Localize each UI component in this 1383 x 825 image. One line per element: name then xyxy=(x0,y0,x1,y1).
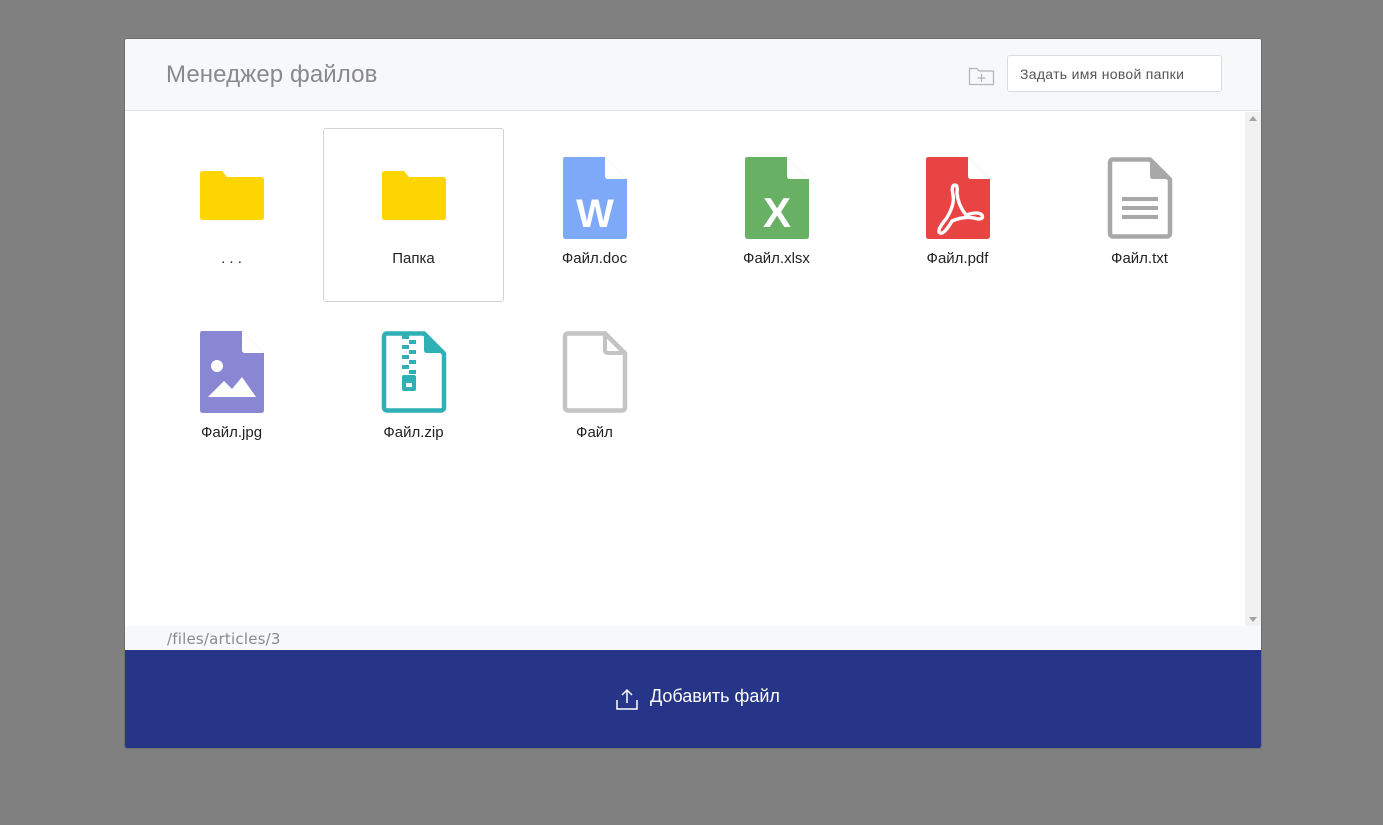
file-label: Файл.xlsx xyxy=(743,250,810,267)
add-file-button[interactable]: Добавить файл xyxy=(125,650,1261,748)
blank-file-icon xyxy=(561,331,629,415)
file-grid: . . . Папка W Файл.doc X Файл.xlsx Файл.… xyxy=(125,112,1245,626)
pdf-file-icon xyxy=(924,157,992,241)
file-manager-modal: Менеджер файлов . . . xyxy=(124,38,1262,749)
scroll-up-arrow-icon[interactable] xyxy=(1249,116,1257,121)
file-tile-txt[interactable]: Файл.txt xyxy=(1049,128,1230,302)
file-label: Папка xyxy=(392,250,435,267)
svg-text:X: X xyxy=(763,189,791,236)
new-folder-name-input[interactable] xyxy=(1007,55,1222,92)
file-label: Файл xyxy=(576,424,613,441)
svg-text:W: W xyxy=(576,192,614,236)
file-tile-zip[interactable]: Файл.zip xyxy=(323,302,504,476)
upload-icon xyxy=(615,687,639,711)
file-label: . . . xyxy=(221,250,242,267)
zip-file-icon xyxy=(380,331,448,415)
folder-plus-icon[interactable] xyxy=(968,63,996,87)
excel-file-icon: X xyxy=(743,157,811,241)
file-tile-folder[interactable]: Папка xyxy=(323,128,504,302)
add-file-label: Добавить файл xyxy=(650,686,780,706)
file-label: Файл.jpg xyxy=(200,424,263,441)
file-tile-parent-folder[interactable]: . . . xyxy=(141,128,322,302)
file-label: Файл.pdf xyxy=(926,250,989,267)
file-tile-pdf[interactable]: Файл.pdf xyxy=(867,128,1048,302)
file-label: Файл.doc xyxy=(561,250,628,267)
folder-icon xyxy=(380,157,448,241)
vertical-scrollbar[interactable] xyxy=(1245,112,1261,626)
folder-icon xyxy=(198,157,266,241)
path-bar: /files/articles/3 xyxy=(125,626,1261,649)
current-path: /files/articles/3 xyxy=(167,630,281,648)
file-label: Файл.txt xyxy=(1111,250,1168,267)
file-tile-jpg[interactable]: Файл.jpg xyxy=(141,302,322,476)
file-label: Файл.zip xyxy=(383,424,444,441)
page-title: Менеджер файлов xyxy=(166,61,378,88)
text-file-icon xyxy=(1106,157,1174,241)
word-file-icon: W xyxy=(561,157,629,241)
file-tile-doc[interactable]: W Файл.doc xyxy=(504,128,685,302)
image-file-icon xyxy=(198,331,266,415)
file-tile-xlsx[interactable]: X Файл.xlsx xyxy=(686,128,867,302)
file-tile-blank[interactable]: Файл xyxy=(504,302,685,476)
scroll-down-arrow-icon[interactable] xyxy=(1249,617,1257,622)
modal-header: Менеджер файлов xyxy=(125,39,1261,111)
